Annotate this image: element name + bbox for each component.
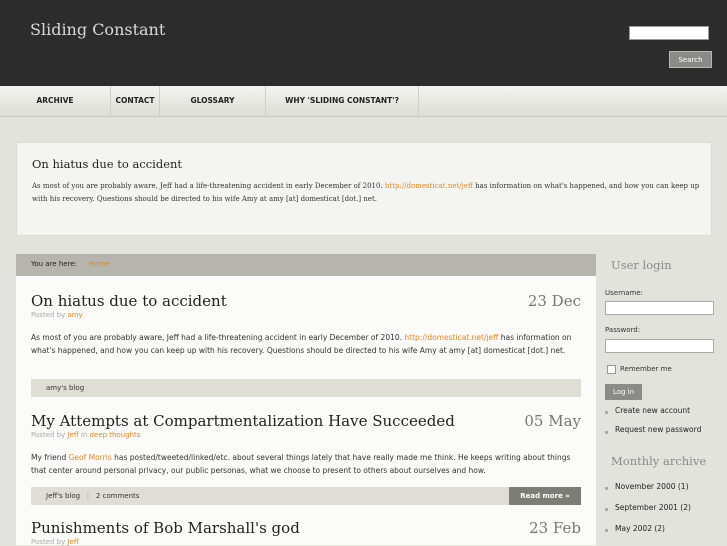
username-label: Username: [605, 289, 644, 297]
post-body: As most of you are probably aware, Jeff … [31, 331, 581, 357]
post-title[interactable]: My Attempts at Compartmentalization Have… [31, 412, 455, 430]
notice-body: As most of you are probably aware, Jeff … [32, 180, 702, 206]
post-text: My friend [31, 453, 69, 462]
search-button[interactable]: Search [669, 51, 712, 68]
post-links: Jeff's blog | 2 comments Read more » [31, 487, 581, 505]
bullet-icon [605, 487, 608, 490]
password-label: Password: [605, 326, 641, 334]
request-password-link[interactable]: Request new password [615, 425, 701, 434]
comments-link[interactable]: 2 comments [96, 492, 140, 500]
notice-link[interactable]: http://domesticat.net/jeff [385, 182, 473, 190]
post-body-link[interactable]: http://domesticat.net/jeff [404, 333, 498, 342]
post-body: My friend Geof Morris has posted/tweeted… [31, 451, 581, 477]
author-link[interactable]: amy [67, 311, 82, 319]
post-links: amy's blog [31, 379, 581, 397]
nav-item-archive[interactable]: ARCHIVE [0, 86, 111, 116]
post-date: 23 Dec [527, 292, 581, 310]
login-button[interactable]: Log in [605, 384, 642, 400]
archive-block-title: Monthly archive [611, 454, 707, 468]
bullet-icon [605, 508, 608, 511]
post-text: As most of you are probably aware, Jeff … [31, 333, 405, 342]
sidebar: User login Username: Password: Remember … [599, 254, 727, 545]
read-more-button[interactable]: Read more » [509, 487, 581, 505]
byline-prefix: Posted by [31, 311, 66, 319]
byline-in: in [80, 431, 88, 439]
archive-item[interactable]: May 2002 (2) [615, 524, 665, 533]
author-link[interactable]: Jeff [67, 431, 78, 439]
nav-item-glossary[interactable]: GLOSSARY [160, 86, 266, 116]
remember-me-label: Remember me [620, 365, 672, 373]
post-text-rest: has posted/tweeted/linked/etc. about sev… [31, 453, 571, 475]
site-name[interactable]: Sliding Constant [30, 20, 165, 39]
site-header: Sliding Constant Search [0, 0, 727, 86]
blog-link[interactable]: amy's blog [46, 384, 84, 392]
primary-nav: ARCHIVE CONTACT GLOSSARY WHY 'SLIDING CO… [0, 86, 727, 117]
post-title[interactable]: Punishments of Bob Marshall's god [31, 519, 300, 537]
bullet-icon [605, 411, 608, 414]
bullet-icon [605, 529, 608, 532]
password-field[interactable] [605, 339, 714, 353]
byline-prefix: Posted by [31, 431, 66, 439]
username-field[interactable] [605, 301, 714, 315]
category-link[interactable]: deep thoughts [90, 431, 141, 439]
blog-link[interactable]: Jeff's blog [46, 492, 80, 500]
archive-item[interactable]: November 2000 (1) [615, 482, 689, 491]
notice-title: On hiatus due to accident [32, 157, 183, 171]
breadcrumb-home-link[interactable]: Home [89, 260, 110, 268]
links-separator: | [86, 492, 90, 500]
notice-box: On hiatus due to accident As most of you… [16, 142, 712, 236]
notice-text: As most of you are probably aware, Jeff … [32, 182, 385, 190]
nav-item-contact[interactable]: CONTACT [111, 86, 160, 116]
login-block-title: User login [611, 258, 672, 272]
remember-me-checkbox[interactable] [607, 365, 616, 374]
post-body-link[interactable]: Geof Morris [69, 453, 112, 462]
post-links-text: Jeff's blog | 2 comments [46, 492, 139, 500]
nav-item-why-sliding-constant[interactable]: WHY 'SLIDING CONSTANT'? [266, 86, 419, 116]
create-account-link[interactable]: Create new account [615, 406, 690, 415]
bullet-icon [605, 431, 608, 434]
archive-item[interactable]: September 2001 (2) [615, 503, 691, 512]
post-date: 05 May [524, 412, 581, 430]
post-title[interactable]: On hiatus due to accident [31, 292, 227, 310]
post-byline: Posted by amy [31, 311, 83, 319]
main-content: You are here: Home On hiatus due to acci… [16, 254, 596, 546]
post-date: 23 Feb [529, 519, 581, 537]
breadcrumb-label: You are here: [31, 260, 77, 268]
search-input[interactable] [629, 26, 709, 40]
breadcrumb: You are here: Home [16, 254, 596, 276]
post-byline: Posted by Jeff in deep thoughts [31, 431, 140, 439]
